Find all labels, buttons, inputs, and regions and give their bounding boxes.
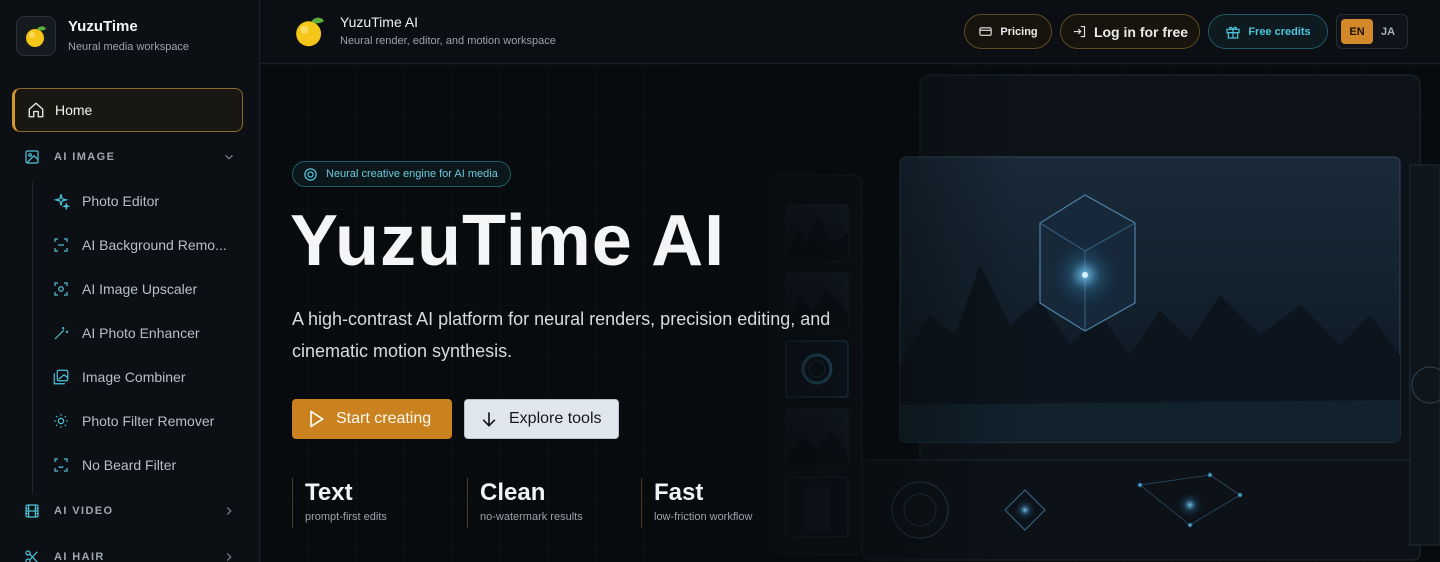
login-label: Log in for free xyxy=(1093,23,1189,40)
chevron-right-icon xyxy=(226,553,232,561)
sun-filter-icon xyxy=(54,414,68,428)
hero-description: A high-contrast AI platform for neural r… xyxy=(292,309,831,361)
gift-icon xyxy=(1226,26,1240,39)
pricing-label: Pricing xyxy=(1000,25,1038,38)
lang-en-button[interactable]: EN xyxy=(1341,19,1373,44)
sidebar-item-label: AI Photo Enhancer xyxy=(82,325,200,341)
sidebar-item-photo-enhancer[interactable]: AI Photo Enhancer xyxy=(52,318,242,348)
language-switcher: EN JA xyxy=(1336,14,1408,49)
group-label: AI HAIR xyxy=(54,551,105,562)
scan-icon xyxy=(54,238,68,252)
yuzu-logo-icon xyxy=(296,17,324,46)
start-creating-label: Start creating xyxy=(336,410,432,427)
sidebar: YuzuTime Neural media workspace Home AI … xyxy=(0,0,260,562)
wand-icon xyxy=(54,327,69,340)
sidebar-item-label: Photo Filter Remover xyxy=(82,413,215,429)
sidebar-item-label: AI Image Upscaler xyxy=(82,281,198,297)
explore-tools-button[interactable]: Explore tools xyxy=(464,399,619,439)
stat-clean: Clean no-watermark results xyxy=(467,478,583,528)
main-content: Neural creative engine for AI media Yuzu… xyxy=(260,65,1440,562)
stat-caption: no-watermark results xyxy=(480,511,583,523)
image-icon xyxy=(25,150,39,164)
sidebar-item-label: AI Background Remo... xyxy=(82,237,227,253)
sidebar-item-no-beard-filter[interactable]: No Beard Filter xyxy=(52,450,242,480)
lang-ja-button[interactable]: JA xyxy=(1373,19,1403,44)
engine-badge: Neural creative engine for AI media xyxy=(292,161,511,187)
sidebar-group-ai-video[interactable]: AI VIDEO xyxy=(24,499,236,523)
arrow-down-icon xyxy=(482,412,496,427)
chevron-right-icon xyxy=(226,507,232,515)
group-label: AI VIDEO xyxy=(54,505,114,517)
stat-value: Clean xyxy=(480,479,546,506)
card-icon xyxy=(979,27,993,36)
sidebar-item-label: Home xyxy=(55,102,93,118)
topbar-brand[interactable]: YuzuTime AI Neural render, editor, and m… xyxy=(292,12,556,49)
start-creating-button[interactable]: Start creating xyxy=(292,399,452,439)
sidebar-group-ai-hair[interactable]: AI HAIR xyxy=(24,545,236,562)
brand-title: YuzuTime xyxy=(68,18,138,35)
home-icon xyxy=(28,102,44,118)
stat-caption: prompt-first edits xyxy=(305,511,387,523)
free-credits-button[interactable]: Free credits xyxy=(1208,14,1328,49)
sidebar-item-photo-editor[interactable]: Photo Editor xyxy=(52,186,242,216)
film-icon xyxy=(25,504,39,518)
sidebar-item-label: Image Combiner xyxy=(82,369,186,385)
group-label: AI IMAGE xyxy=(54,151,116,163)
hero-title: YuzuTime AI xyxy=(290,201,726,281)
scissors-icon xyxy=(25,550,38,562)
images-icon xyxy=(53,369,69,385)
sparkles-icon xyxy=(53,194,70,210)
topbar-subtitle: Neural render, editor, and motion worksp… xyxy=(340,35,556,47)
topbar-title: YuzuTime AI xyxy=(340,14,419,30)
yuzu-logo-icon xyxy=(16,16,56,56)
stat-text: Text prompt-first edits xyxy=(292,478,387,528)
sidebar-item-filter-remover[interactable]: Photo Filter Remover xyxy=(52,406,242,436)
face-scan-icon xyxy=(54,458,68,472)
badge-label: Neural creative engine for AI media xyxy=(326,168,498,180)
group-divider xyxy=(32,182,33,494)
brand-subtitle: Neural media workspace xyxy=(68,41,190,53)
stat-value: Text xyxy=(305,479,353,506)
sidebar-item-label: No Beard Filter xyxy=(82,457,177,473)
login-button[interactable]: Log in for free xyxy=(1060,14,1200,49)
stat-fast: Fast low-friction workflow xyxy=(641,478,752,528)
explore-tools-label: Explore tools xyxy=(509,410,602,427)
sidebar-item-label: Photo Editor xyxy=(82,193,160,209)
stat-caption: low-friction workflow xyxy=(654,511,753,523)
sidebar-item-home[interactable]: Home xyxy=(12,88,243,132)
target-icon xyxy=(304,167,317,181)
sidebar-item-image-combiner[interactable]: Image Combiner xyxy=(52,362,242,392)
sidebar-item-background-remover[interactable]: AI Background Remo... xyxy=(52,230,242,260)
stat-value: Fast xyxy=(654,479,704,506)
play-icon xyxy=(310,410,324,428)
sidebar-item-image-upscaler[interactable]: AI Image Upscaler xyxy=(52,274,242,304)
credits-label: Free credits xyxy=(1248,25,1311,38)
chevron-down-icon xyxy=(225,154,233,160)
log-in-icon xyxy=(1073,25,1085,38)
brand[interactable]: YuzuTime Neural media workspace xyxy=(16,16,189,56)
topbar: YuzuTime AI Neural render, editor, and m… xyxy=(260,0,1440,64)
pricing-button[interactable]: Pricing xyxy=(964,14,1052,49)
upscale-icon xyxy=(54,282,68,296)
sidebar-group-ai-image[interactable]: AI IMAGE xyxy=(24,145,236,169)
